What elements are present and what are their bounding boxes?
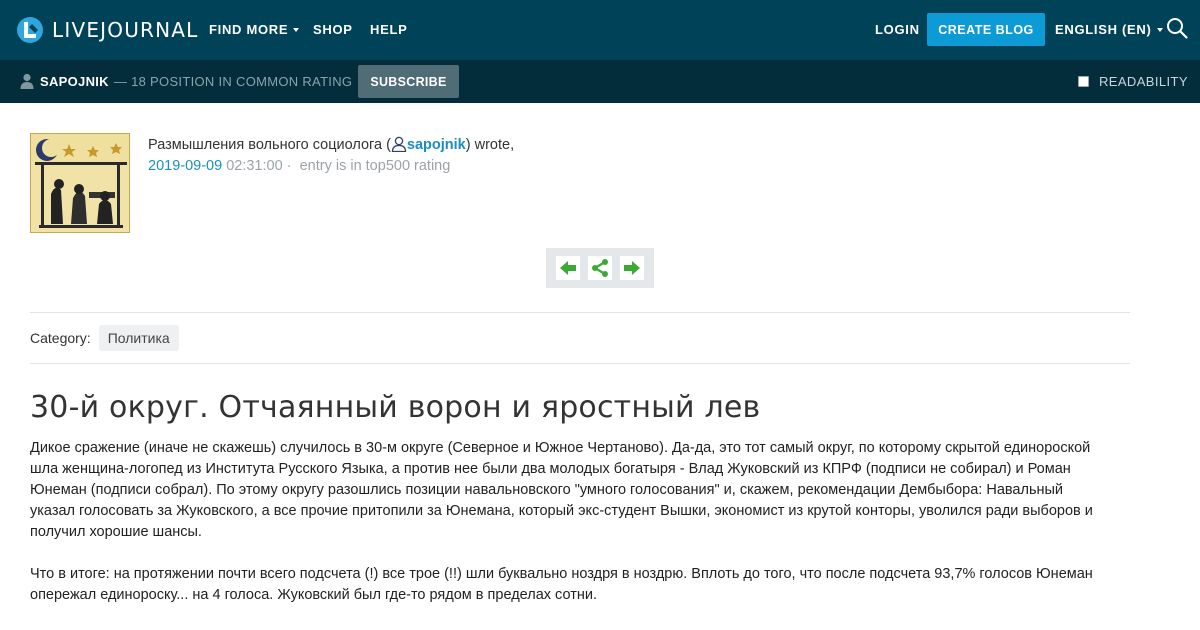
livejournal-logo-icon <box>17 17 43 43</box>
arrow-right-icon <box>624 261 640 275</box>
share-icon <box>592 259 608 277</box>
share-button[interactable] <box>588 256 612 280</box>
entry-paragraph: Дикое сражение (иначе не скажешь) случил… <box>30 440 1093 540</box>
poster-username-link[interactable]: sapojnik <box>407 137 466 153</box>
user-icon <box>20 73 34 89</box>
entry-date-line: 2019-09-09 02:31:00 · entry is in top500… <box>148 156 450 176</box>
find-more-label: FIND MORE <box>209 22 289 37</box>
chevron-down-icon <box>293 28 300 32</box>
entry-title: 30-й округ. Отчаянный ворон и яростный л… <box>30 390 761 425</box>
divider <box>30 363 1130 364</box>
category-tag[interactable]: Политика <box>98 325 179 351</box>
divider <box>30 312 1130 313</box>
shop-link[interactable]: SHOP <box>313 21 353 39</box>
language-label: ENGLISH (EN) <box>1055 22 1152 37</box>
wrote-text: ) wrote, <box>465 137 515 153</box>
journal-owner[interactable]: SAPOJNIK — 18 POSITION IN COMMON RATING <box>20 73 352 89</box>
login-link[interactable]: LOGIN <box>875 21 920 39</box>
livejournal-logo[interactable]: LIVEJOURNAL <box>16 15 199 45</box>
journal-title: Размышления вольного социолога ( <box>148 137 391 153</box>
category-label: Category: <box>30 330 91 346</box>
entry-byline: Размышления вольного социолога ( sapojnik… <box>148 135 514 155</box>
readability-toggle[interactable]: READABILITY <box>1078 74 1188 89</box>
previous-entry-button[interactable] <box>556 256 580 280</box>
arrow-left-icon <box>560 261 576 275</box>
readability-label: READABILITY <box>1099 74 1188 89</box>
entry-paragraph: Что в итоге: на протяжении почти всего п… <box>30 566 1093 603</box>
entry-time: 02:31:00 · <box>226 158 292 174</box>
help-link[interactable]: HELP <box>370 21 407 39</box>
journal-bar: SAPOJNIK — 18 POSITION IN COMMON RATING … <box>0 60 1200 103</box>
journal-rating: — 18 POSITION IN COMMON RATING <box>113 73 353 89</box>
create-blog-button[interactable]: CREATE BLOG <box>927 13 1045 46</box>
logo-text: LIVEJOURNAL <box>52 18 199 42</box>
entry-rating-note[interactable]: entry is in top500 rating <box>300 158 451 174</box>
subscribe-button[interactable]: SUBSCRIBE <box>358 65 459 98</box>
next-entry-button[interactable] <box>620 256 644 280</box>
journal-username[interactable]: SAPOJNIK <box>40 74 109 89</box>
entry-navigation-controls <box>546 248 654 288</box>
user-icon <box>391 136 407 153</box>
chevron-down-icon <box>1156 28 1163 32</box>
entry-date-link[interactable]: 2019-09-09 <box>148 158 222 174</box>
entry-body: Дикое сражение (иначе не скажешь) случил… <box>30 438 1105 627</box>
journal-userpic[interactable] <box>30 133 130 233</box>
top-navigation-bar: LIVEJOURNAL FIND MORE SHOP HELP LOGIN CR… <box>0 0 1200 60</box>
search-icon[interactable] <box>1166 17 1188 39</box>
find-more-menu[interactable]: FIND MORE <box>209 21 300 39</box>
language-selector[interactable]: ENGLISH (EN) <box>1055 21 1163 39</box>
readability-checkbox[interactable] <box>1078 76 1089 87</box>
userpic-image <box>31 134 129 232</box>
entry-category: Category: Политика <box>30 325 179 351</box>
